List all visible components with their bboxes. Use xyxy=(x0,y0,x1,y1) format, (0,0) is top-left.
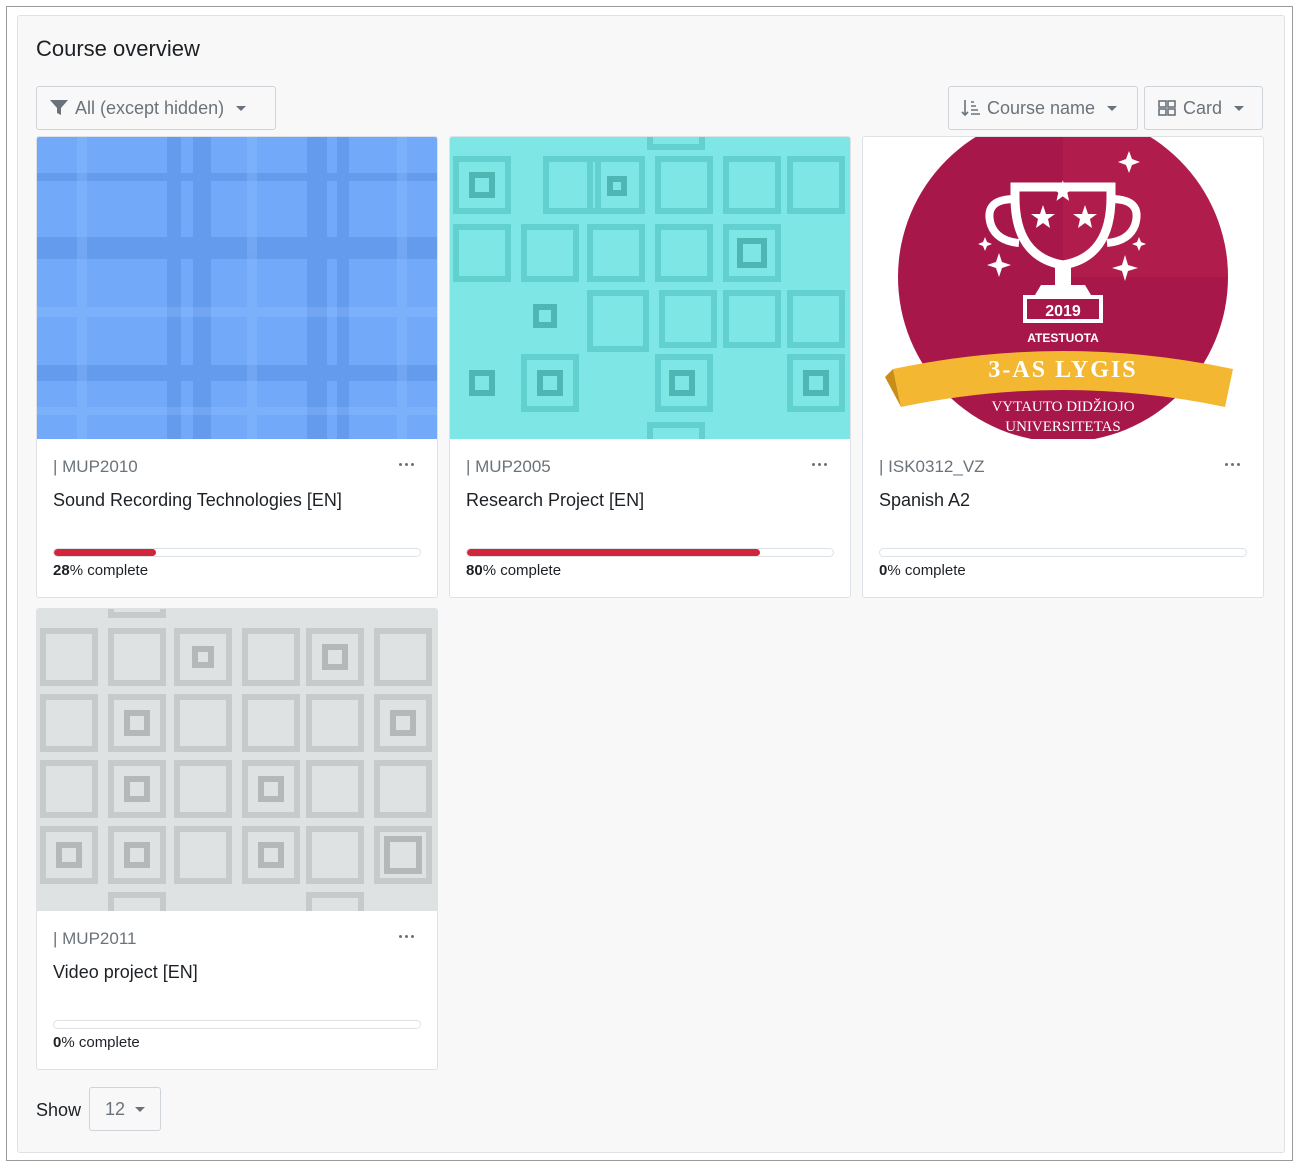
more-actions-icon[interactable] xyxy=(399,463,419,473)
course-code: | MUP2010 xyxy=(53,457,138,476)
course-name-link[interactable]: Research Project [EN] xyxy=(466,490,644,511)
course-card[interactable]: 2019 ATESTUOTA 3-AS LYGIS VYTAUTO DIDŽIO… xyxy=(862,136,1264,598)
course-image[interactable]: 2019 ATESTUOTA 3-AS LYGIS VYTAUTO DIDŽIO… xyxy=(863,137,1263,439)
course-name-link[interactable]: Spanish A2 xyxy=(879,490,970,511)
filter-label: All (except hidden) xyxy=(75,97,225,118)
course-name-link[interactable]: Sound Recording Technologies [EN] xyxy=(53,490,342,511)
badge-year: 2019 xyxy=(1045,303,1081,320)
course-image[interactable] xyxy=(450,137,850,439)
grid-icon xyxy=(1158,100,1176,116)
more-actions-icon[interactable] xyxy=(399,935,419,945)
view-label: Card xyxy=(1183,97,1223,118)
progress-bar xyxy=(879,548,1247,557)
progress-bar xyxy=(53,548,421,557)
progress-fill xyxy=(467,549,760,556)
sort-dropdown-button[interactable]: Course name xyxy=(948,86,1138,130)
course-name-link[interactable]: Video project [EN] xyxy=(53,962,198,983)
chevron-down-icon xyxy=(1234,105,1245,111)
more-actions-icon[interactable] xyxy=(1225,463,1245,473)
course-code: | ISK0312_VZ xyxy=(879,457,985,476)
course-card[interactable]: | MUP2005 Research Project [EN] 80% comp… xyxy=(449,136,851,598)
badge-university-line2: UNIVERSITETAS xyxy=(1005,419,1120,435)
filter-icon xyxy=(50,100,68,115)
show-label: Show xyxy=(36,1100,82,1120)
progress-bar xyxy=(53,1020,421,1029)
progress-fill xyxy=(54,549,157,556)
view-dropdown-button[interactable]: Card xyxy=(1144,86,1263,130)
progress-text: 0% complete xyxy=(879,562,966,579)
progress-text: 28% complete xyxy=(53,562,149,579)
course-code: | MUP2005 xyxy=(466,457,551,476)
course-image[interactable] xyxy=(37,609,437,911)
progress-bar xyxy=(466,548,834,557)
badge-university-line1: VYTAUTO DIDŽIOJO xyxy=(991,398,1134,415)
badge-certified: ATESTUOTA xyxy=(1027,331,1099,345)
sort-label: Course name xyxy=(987,97,1096,118)
chevron-down-icon xyxy=(236,105,247,111)
badge-level: 3-AS LYGIS xyxy=(988,357,1137,383)
course-image[interactable] xyxy=(37,137,437,439)
course-card[interactable]: | MUP2010 Sound Recording Technologies [… xyxy=(36,136,438,598)
filter-dropdown-button[interactable]: All (except hidden) xyxy=(36,86,276,130)
more-actions-icon[interactable] xyxy=(812,463,832,473)
block-title: Course overview xyxy=(36,36,200,61)
progress-text: 80% complete xyxy=(466,562,562,579)
page-size-value: 12 xyxy=(104,1098,126,1119)
sort-icon xyxy=(961,100,980,117)
chevron-down-icon xyxy=(135,1106,146,1112)
progress-text: 0% complete xyxy=(53,1034,140,1051)
chevron-down-icon xyxy=(1107,105,1118,111)
page-size-select[interactable]: 12 xyxy=(89,1087,161,1131)
course-card[interactable]: | MUP2011 Video project [EN] 0% complete xyxy=(36,608,438,1070)
course-code: | MUP2011 xyxy=(53,929,137,948)
